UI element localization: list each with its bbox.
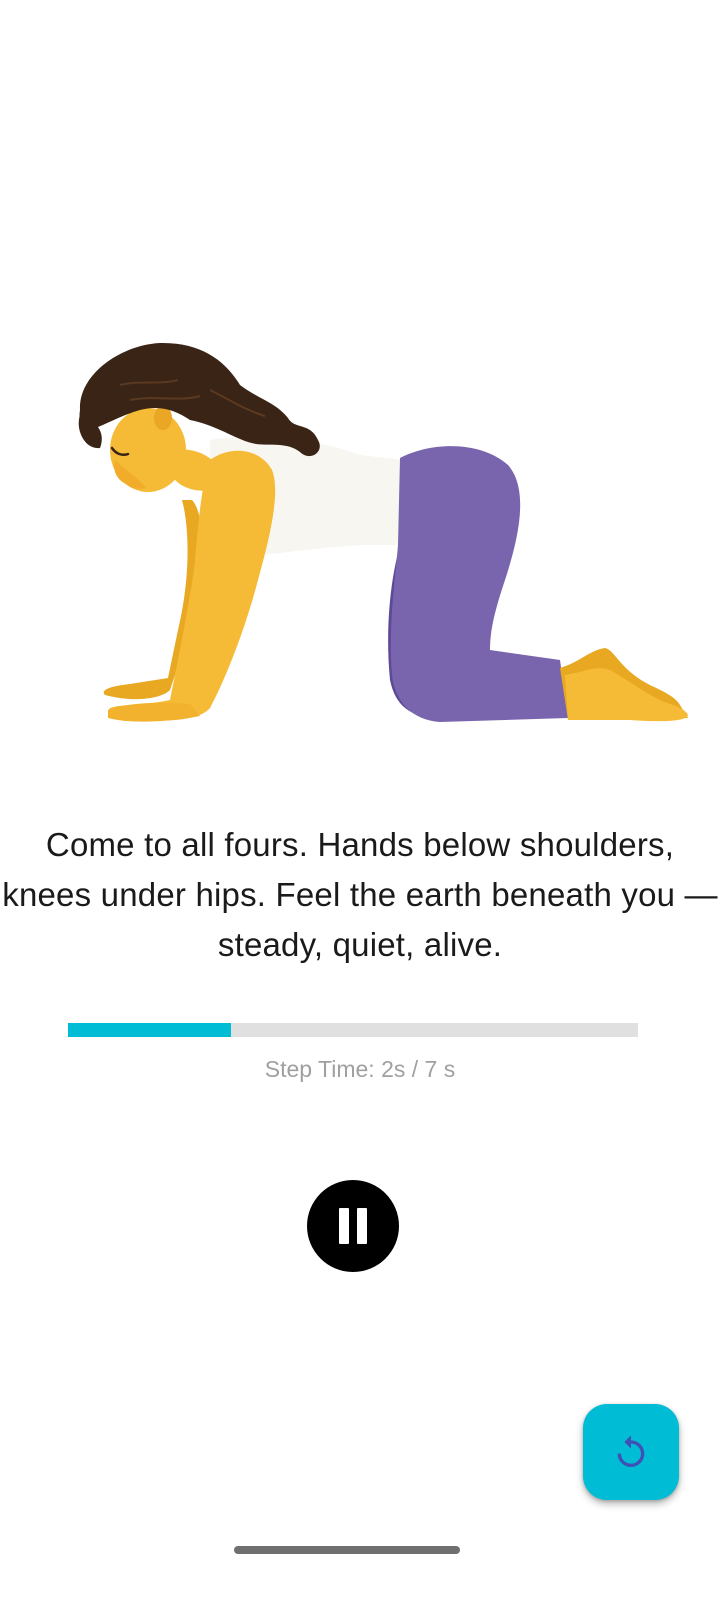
step-progress-bar <box>68 1023 638 1037</box>
pause-icon <box>335 1208 371 1244</box>
tabletop-pose-illustration <box>78 342 688 722</box>
exercise-screen: Come to all fours. Hands below shoulders… <box>0 0 720 1600</box>
pose-instruction-text: Come to all fours. Hands below shoulders… <box>2 826 718 963</box>
step-progress-fill <box>68 1023 231 1037</box>
restart-icon <box>617 1435 645 1467</box>
restart-button[interactable] <box>583 1404 679 1500</box>
home-indicator[interactable] <box>234 1546 460 1554</box>
step-time-label: Step Time: 2s / 7 s <box>264 1056 456 1082</box>
pause-button[interactable] <box>307 1180 399 1272</box>
